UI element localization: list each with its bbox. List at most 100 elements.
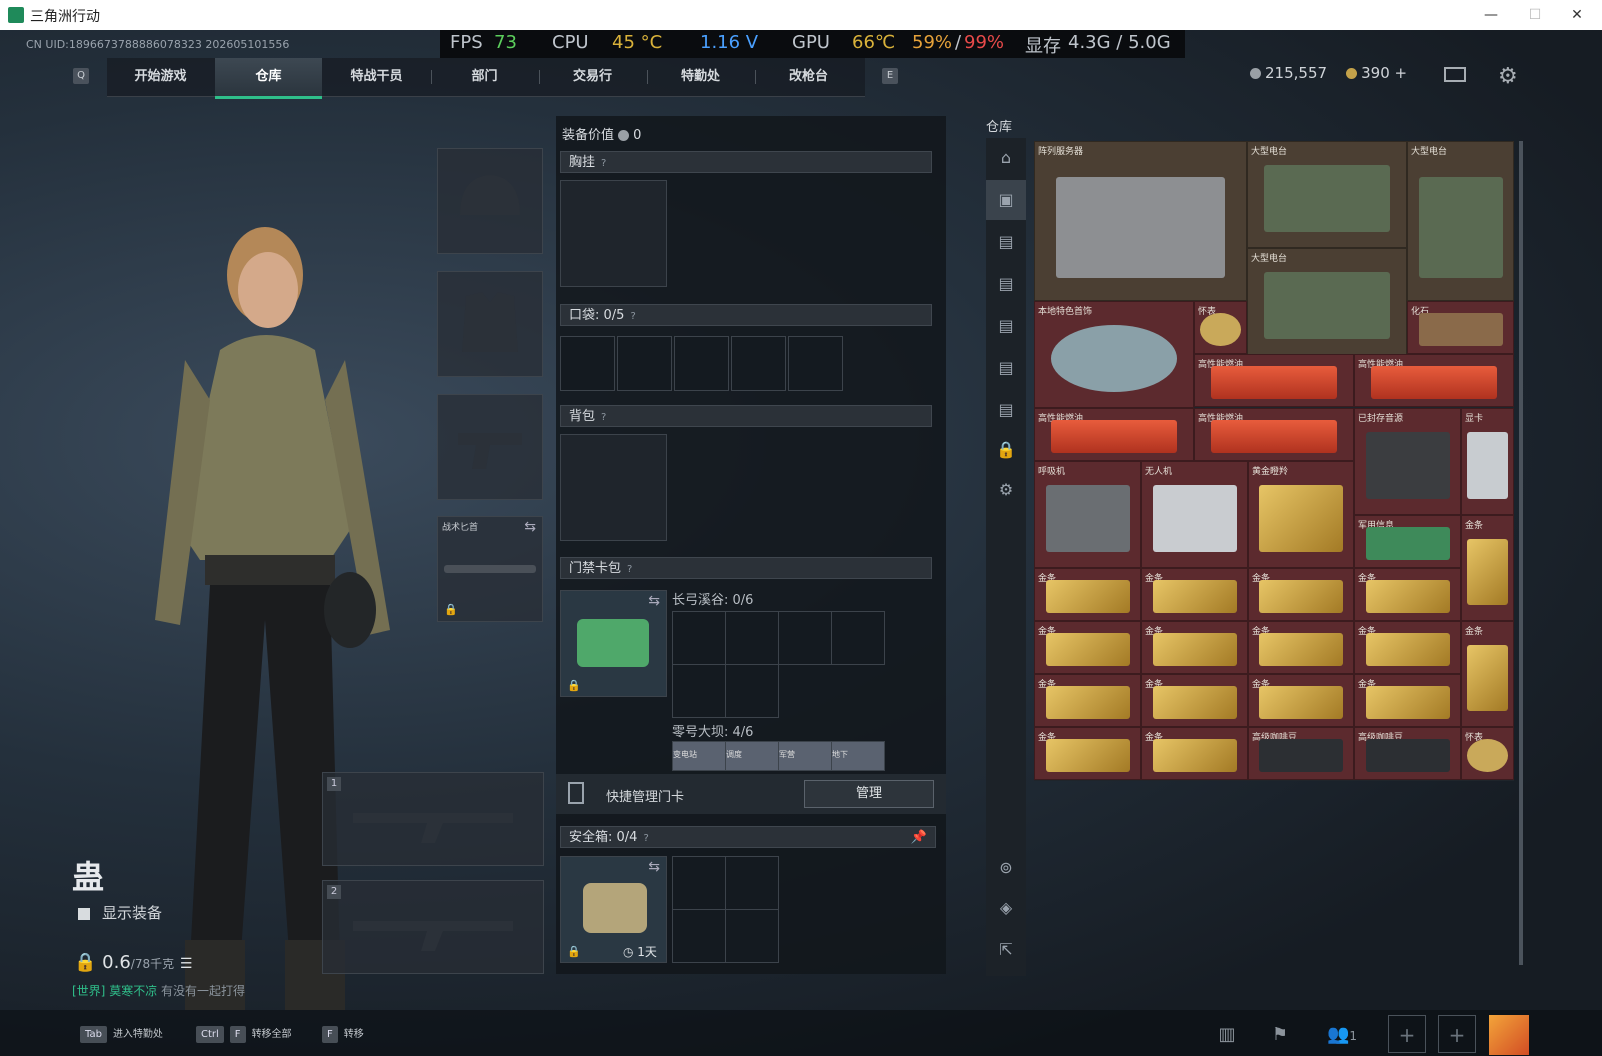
warehouse-item[interactable]: 金条 [1141,727,1248,780]
pocket-slot[interactable] [731,336,786,391]
maximize-button[interactable]: ☐ [1520,4,1550,26]
primary-weapon-slot-1[interactable]: 1 [322,772,544,866]
warehouse-item[interactable]: 阵列服务器 [1034,141,1247,301]
swap-icon[interactable]: ⇆ [648,859,660,875]
warehouse-item[interactable]: 金条 [1461,621,1514,727]
help-icon[interactable]: ? [627,564,632,575]
warehouse-item[interactable]: 高性能燃油 [1194,408,1354,461]
pin-icon[interactable]: 📌 [911,827,927,849]
pocket-slot[interactable] [617,336,672,391]
warehouse-item[interactable]: 大型电台 [1247,248,1407,355]
safe-slot[interactable] [725,856,779,910]
show-equipment-toggle[interactable]: 显示装备 [78,902,162,923]
lock-icon[interactable]: 🔒 [986,430,1026,470]
settings-gear-icon[interactable]: ⚙ [986,470,1026,510]
safe-box-slot[interactable]: ⇆ 🔒 ◷ 1天 [560,856,667,963]
warehouse-item[interactable]: 金条 [1141,621,1248,674]
backpack-slot[interactable] [560,434,667,541]
pocket-slot[interactable] [560,336,615,391]
warehouse-item[interactable]: 显卡 [1461,408,1514,515]
keycard-slot[interactable] [672,611,726,665]
warehouse-item[interactable]: 呼吸机 [1034,461,1141,568]
friends-button[interactable]: 👥1 [1320,1020,1364,1050]
warehouse-item[interactable]: 金条 [1248,568,1354,621]
warehouse-tab-icon[interactable]: ⌂ [986,138,1026,178]
warehouse-item[interactable]: 高性能燃油 [1354,354,1514,407]
keycard-item[interactable]: 地下 [831,741,885,771]
checkbox-icon[interactable] [78,907,90,920]
help-icon[interactable]: ? [643,833,648,844]
tab-operators[interactable]: 特战干员 [323,58,430,96]
keycard-item[interactable]: 调度 [725,741,779,771]
pocket-slot[interactable] [674,336,729,391]
transfer-icon[interactable]: ⇱ [986,930,1026,970]
warehouse-item[interactable]: 大型电台 [1247,141,1407,248]
pistol-slot[interactable] [437,394,543,500]
keycard-item[interactable]: 军营 [778,741,832,771]
enter-special-ops-button[interactable]: Tab 进入特勤处 [80,1022,163,1048]
help-icon[interactable]: ? [601,412,606,423]
warehouse-item[interactable]: 化石 [1407,301,1514,354]
warehouse-item[interactable]: 金条 [1034,621,1141,674]
warehouse-item[interactable]: 黄金瞪羚 [1248,461,1354,568]
warehouse-item[interactable]: 无人机 [1141,461,1248,568]
warehouse-tab-icon[interactable]: ▣ [986,180,1026,220]
warehouse-tab-icon[interactable]: ▤ [986,222,1026,262]
knife-slot[interactable]: 战术匕首 ⇆ 🔒 [437,516,543,622]
warehouse-scrollbar[interactable] [1519,141,1523,965]
close-button[interactable]: ✕ [1562,4,1592,26]
help-icon[interactable]: ? [630,311,635,322]
warehouse-tab-icon[interactable]: ▤ [986,306,1026,346]
warehouse-item[interactable]: 金条 [1461,515,1514,621]
warehouse-tab-icon[interactable]: ▤ [986,264,1026,304]
stats-icon[interactable]: ▥ [1212,1020,1242,1050]
nav-key-left[interactable]: Q [73,68,89,84]
sort-icon[interactable]: ⊚ [986,848,1026,888]
warehouse-item[interactable]: 金条 [1034,568,1141,621]
warehouse-item[interactable]: 高级咖啡豆 [1248,727,1354,780]
safe-slot[interactable] [725,909,779,963]
mail-icon[interactable] [1444,67,1466,82]
keycard-item[interactable]: 变电站 [672,741,726,771]
transfer-all-button[interactable]: Ctrl F 转移全部 [196,1022,292,1048]
warehouse-item[interactable]: 怀表 [1461,727,1514,780]
list-icon[interactable]: ☰ [180,956,193,972]
safe-slot[interactable] [672,909,726,963]
tab-warehouse[interactable]: 仓库 [215,58,322,99]
warehouse-item[interactable]: 金条 [1248,621,1354,674]
armor-slot[interactable] [437,271,543,377]
warehouse-item[interactable]: 金条 [1248,674,1354,727]
pocket-slot[interactable] [788,336,843,391]
world-chat-line[interactable]: [世界] 莫寒不凉 有没有一起打得 [72,982,245,999]
tab-trade[interactable]: 交易行 [539,58,646,96]
layers-icon[interactable]: ◈ [986,888,1026,928]
manage-button[interactable]: 管理 [804,780,934,808]
warehouse-item[interactable]: 高级咖啡豆 [1354,727,1461,780]
minimize-button[interactable]: — [1476,4,1506,26]
settings-gear-icon[interactable]: ⚙ [1498,64,1518,89]
vest-slot[interactable] [560,180,667,287]
keycard-slot[interactable] [778,611,832,665]
flag-icon[interactable]: ⚑ [1265,1020,1295,1050]
keycard-slot[interactable] [672,664,726,718]
warehouse-item[interactable]: 大型电台 [1407,141,1514,301]
swap-icon[interactable]: ⇆ [648,593,660,609]
warehouse-item[interactable]: 金条 [1034,727,1141,780]
avatar[interactable] [1489,1015,1529,1055]
warehouse-item[interactable]: 金条 [1354,621,1461,674]
warehouse-item[interactable]: 已封存音源 [1354,408,1461,515]
keycard-case-slot[interactable]: ⇆ 🔒 [560,590,667,697]
add-party-slot-button[interactable]: + [1388,1015,1426,1053]
warehouse-tab-icon[interactable]: ▤ [986,390,1026,430]
tab-gunsmith[interactable]: 改枪台 [755,58,862,96]
warehouse-item[interactable]: 军用信息 [1354,515,1461,568]
warehouse-item[interactable]: 金条 [1354,674,1461,727]
tab-start-game[interactable]: 开始游戏 [107,58,214,96]
help-icon[interactable]: ? [601,158,606,169]
warehouse-item[interactable]: 金条 [1141,568,1248,621]
warehouse-item[interactable]: 高性能燃油 [1034,408,1194,461]
add-party-slot-button[interactable]: + [1438,1015,1476,1053]
warehouse-item[interactable]: 金条 [1354,568,1461,621]
nav-key-right[interactable]: E [882,68,898,84]
keycard-slot[interactable] [725,611,779,665]
